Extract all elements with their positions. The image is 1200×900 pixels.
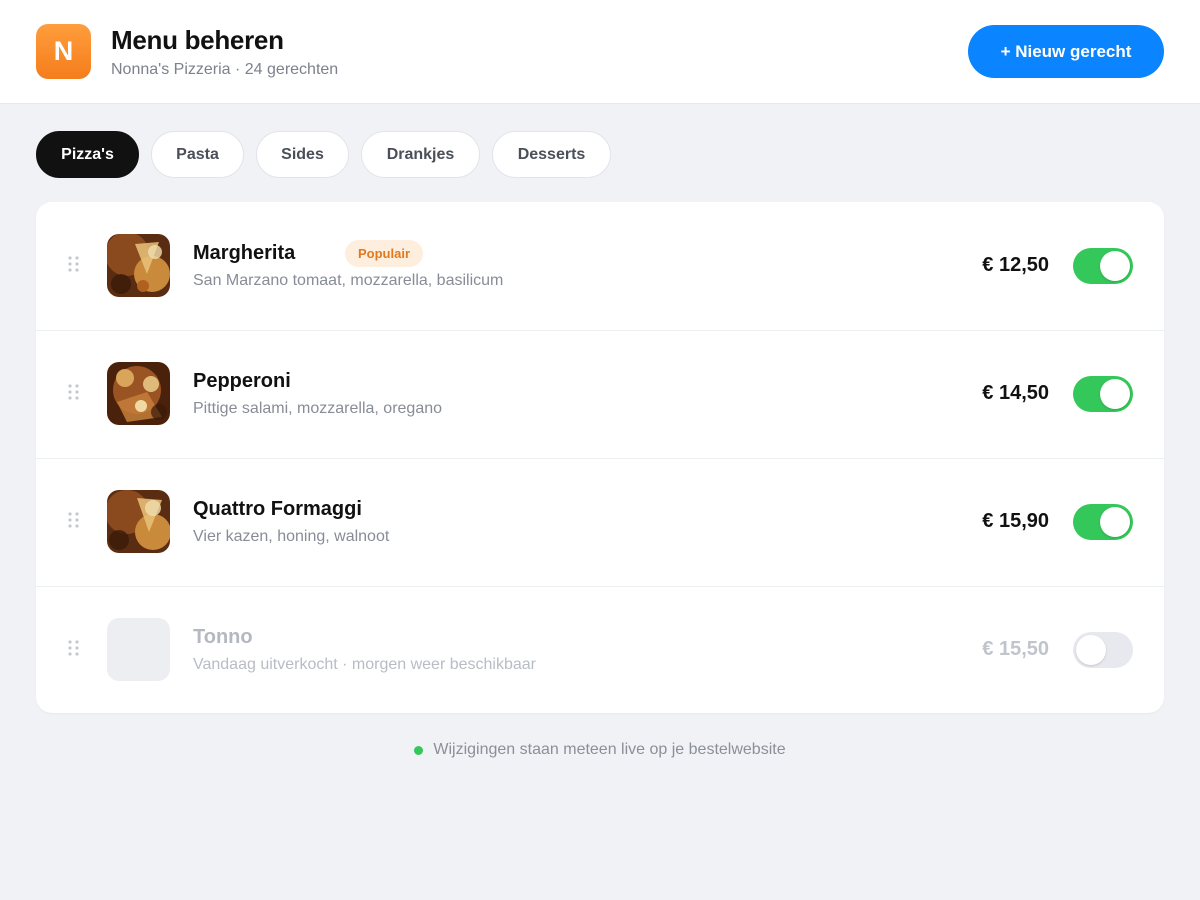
drag-handle-icon[interactable] [67, 511, 81, 529]
dish-photo [107, 362, 170, 425]
row-divider [36, 330, 1164, 331]
dish-price[interactable]: € 14,50 [982, 382, 1049, 405]
menu-item-row[interactable]: Tonno Vandaag uitverkocht · morgen weer … [36, 586, 1164, 713]
tab-pasta[interactable]: Pasta [151, 131, 244, 178]
toggle-knob [1100, 379, 1130, 409]
dish-description: Vandaag uitverkocht · morgen weer beschi… [193, 656, 536, 673]
dish-description: San Marzano tomaat, mozzarella, basilicu… [193, 272, 504, 289]
toggle-knob [1076, 635, 1106, 665]
dish-name: Margherita [193, 242, 296, 264]
dish-photo [107, 234, 170, 297]
live-indicator-dot [414, 745, 424, 755]
dish-name: Tonno [193, 626, 253, 648]
dish-price[interactable]: € 15,50 [982, 638, 1049, 661]
dish-photo-placeholder [107, 618, 170, 681]
live-status: Wijzigingen staan meteen live op je best… [0, 738, 1200, 762]
drag-handle-icon[interactable] [67, 383, 81, 401]
row-divider [36, 586, 1164, 587]
new-dish-button[interactable]: + Nieuw gerecht [968, 25, 1164, 78]
page-title: Menu beheren [111, 25, 284, 55]
popular-badge: Populair [345, 240, 424, 267]
live-status-text: Wijzigingen staan meteen live op je best… [433, 741, 786, 758]
dish-name: Quattro Formaggi [193, 498, 362, 520]
menu-item-row[interactable]: Pepperoni Pittige salami, mozzarella, or… [36, 330, 1164, 458]
page-subtitle: Nonna's Pizzeria · 24 gerechten [111, 61, 339, 78]
dish-name: Pepperoni [193, 370, 291, 392]
menu-item-list: Margherita Populair San Marzano tomaat, … [36, 202, 1164, 713]
tab-desserts[interactable]: Desserts [492, 131, 611, 178]
menu-item-row[interactable]: Margherita Populair San Marzano tomaat, … [36, 202, 1164, 330]
row-divider [36, 458, 1164, 459]
menu-item-row[interactable]: Quattro Formaggi Vier kazen, honing, wal… [36, 458, 1164, 586]
availability-toggle[interactable] [1073, 376, 1133, 412]
toggle-knob [1100, 507, 1130, 537]
dish-price[interactable]: € 15,90 [982, 510, 1049, 533]
restaurant-logo: N [36, 24, 91, 79]
drag-handle-icon[interactable] [67, 639, 81, 657]
tab-pizzas[interactable]: Pizza's [36, 131, 139, 178]
dish-photo [107, 490, 170, 553]
dish-description: Vier kazen, honing, walnoot [193, 528, 390, 545]
dish-price[interactable]: € 12,50 [982, 254, 1049, 277]
app-header: N Menu beheren Nonna's Pizzeria · 24 ger… [0, 0, 1200, 104]
availability-toggle[interactable] [1073, 632, 1133, 668]
drag-handle-icon[interactable] [67, 255, 81, 273]
availability-toggle[interactable] [1073, 504, 1133, 540]
tab-drankjes[interactable]: Drankjes [361, 131, 480, 178]
availability-toggle[interactable] [1073, 248, 1133, 284]
tab-sides[interactable]: Sides [256, 131, 349, 178]
toggle-knob [1100, 251, 1130, 281]
dish-description: Pittige salami, mozzarella, oregano [193, 400, 443, 417]
